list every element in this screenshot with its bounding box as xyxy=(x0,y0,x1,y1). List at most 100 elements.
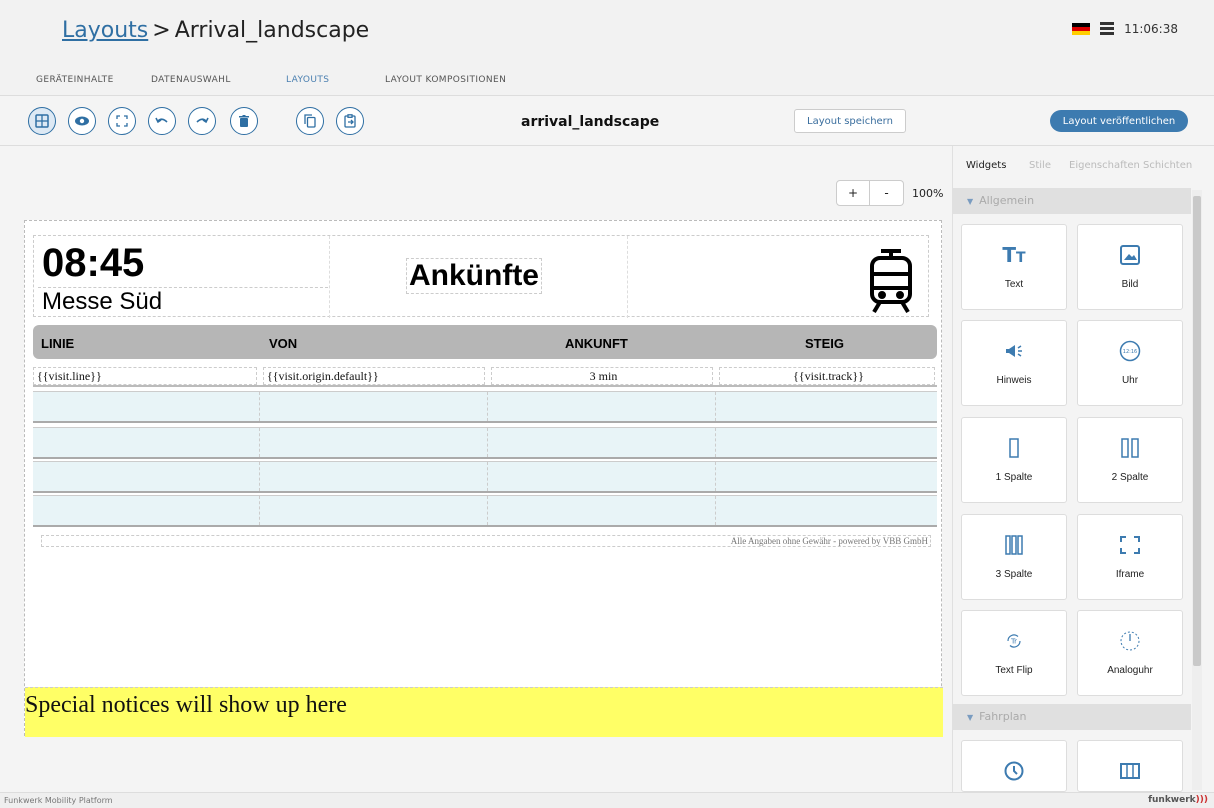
table-row[interactable] xyxy=(33,427,937,459)
widget-panel: Widgets Stile Eigenschaften Schichten ▼ A… xyxy=(952,146,1214,792)
svg-text:12:16: 12:16 xyxy=(1123,349,1137,355)
analog-clock-icon xyxy=(1078,629,1182,653)
widget-label: 3 Spalte xyxy=(995,569,1033,580)
editor-canvas[interactable]: + - 100% 08:45 Messe Süd Ankünfte LINIE … xyxy=(0,146,952,792)
megaphone-icon xyxy=(962,339,1066,363)
widget-hinweis[interactable]: Hinweis xyxy=(961,320,1067,406)
tram-icon[interactable] xyxy=(866,248,916,314)
save-layout-button[interactable]: Layout speichern xyxy=(794,109,906,133)
widget-label: Text Flip xyxy=(995,665,1033,676)
header-row[interactable]: 08:45 Messe Süd Ankünfte xyxy=(33,235,929,318)
text-flip-icon: Tr xyxy=(962,629,1066,653)
trash-icon xyxy=(239,115,249,127)
paste-icon xyxy=(344,114,356,128)
server-icon[interactable] xyxy=(1100,22,1115,36)
section-allgemein[interactable]: ▼ Allgemein xyxy=(953,188,1191,214)
disclaimer-text[interactable]: Alle Angaben ohne Gewähr - powered by VB… xyxy=(41,535,931,547)
display-time[interactable]: 08:45 xyxy=(42,241,144,286)
widget-bild[interactable]: Bild xyxy=(1077,224,1183,310)
caret-down-icon: ▼ xyxy=(967,713,974,722)
table-header[interactable]: LINIE VON ANKUNFT STEIG xyxy=(33,325,937,359)
cell-arrival[interactable]: 3 min xyxy=(491,367,713,385)
scrollbar-thumb[interactable] xyxy=(1193,196,1201,666)
zoom-out-button[interactable]: - xyxy=(870,180,904,206)
status-bar: Funkwerk Mobility Platform funkwerk))) xyxy=(0,792,1214,808)
widget-uhr[interactable]: 12:16 Uhr xyxy=(1077,320,1183,406)
redo-icon xyxy=(196,117,209,124)
widget-text[interactable]: TT Text xyxy=(961,224,1067,310)
layout-name: arrival_landscape xyxy=(521,114,660,130)
widget-1-spalte[interactable]: 1 Spalte xyxy=(961,417,1067,503)
clock-icon: 12:16 xyxy=(1078,339,1182,363)
undo-button[interactable] xyxy=(148,107,176,135)
widget-text-flip[interactable]: Tr Text Flip xyxy=(961,610,1067,696)
fullscreen-icon xyxy=(116,115,128,127)
breadcrumb: Layouts > Arrival_landscape xyxy=(62,18,369,43)
two-column-icon xyxy=(1078,436,1182,460)
tab-layout-kompositionen[interactable]: LAYOUT KOMPOSITIONEN xyxy=(385,75,506,85)
delete-button[interactable] xyxy=(230,107,258,135)
grid-icon xyxy=(35,114,49,128)
zoom-in-button[interactable]: + xyxy=(836,180,870,206)
widget-2-spalte[interactable]: 2 Spalte xyxy=(1077,417,1183,503)
clock-time: 11:06:38 xyxy=(1124,22,1178,36)
eye-icon xyxy=(75,116,89,126)
widget-fahrplan-clock[interactable] xyxy=(961,740,1067,792)
time-stop-cell[interactable]: 08:45 Messe Süd xyxy=(34,236,330,318)
publish-layout-button[interactable]: Layout veröffentlichen xyxy=(1050,110,1188,132)
redo-button[interactable] xyxy=(188,107,216,135)
widget-label: Iframe xyxy=(1115,569,1145,580)
preview-button[interactable] xyxy=(68,107,96,135)
breadcrumb-link-layouts[interactable]: Layouts xyxy=(62,18,148,43)
widget-label: Bild xyxy=(1121,279,1139,290)
widget-fahrplan-table[interactable] xyxy=(1077,740,1183,792)
editor-toolbar: arrival_landscape Layout speichern Layou… xyxy=(0,96,1214,146)
panel-tab-schichten[interactable]: Schichten xyxy=(1143,160,1192,171)
cell-origin[interactable]: {{visit.origin.default}} xyxy=(263,367,485,385)
app-header: Layouts > Arrival_landscape 11:06:38 xyxy=(0,0,1214,66)
panel-tab-widgets[interactable]: Widgets xyxy=(966,160,1006,171)
paste-button[interactable] xyxy=(336,107,364,135)
caret-down-icon: ▼ xyxy=(967,197,974,206)
widget-analoguhr[interactable]: Analoguhr xyxy=(1077,610,1183,696)
widget-3-spalte[interactable]: 3 Spalte xyxy=(961,514,1067,600)
copy-icon xyxy=(304,114,316,128)
panel-scrollbar[interactable] xyxy=(1192,190,1202,790)
layout-title[interactable]: Ankünfte xyxy=(406,258,542,294)
widget-iframe[interactable]: Iframe xyxy=(1077,514,1183,600)
table-row[interactable] xyxy=(33,495,937,527)
table-row[interactable] xyxy=(33,461,937,493)
table-columns-icon xyxy=(1078,759,1182,783)
german-flag-icon[interactable] xyxy=(1072,23,1091,35)
layout-page[interactable]: 08:45 Messe Süd Ankünfte LINIE VON ANKUN… xyxy=(24,220,943,737)
table-row-template[interactable]: {{visit.line}} {{visit.origin.default}} … xyxy=(33,365,937,387)
text-icon: TT xyxy=(1002,243,1026,267)
tab-geraeteinhalte[interactable]: GERÄTEINHALTE xyxy=(36,75,114,85)
tab-layouts[interactable]: LAYOUTS xyxy=(286,75,329,85)
cell-line[interactable]: {{visit.line}} xyxy=(33,367,257,385)
brand-mark: ))) xyxy=(1195,795,1208,805)
main-tabs: GERÄTEINHALTE DATENAUSWAHL LAYOUTS LAYOU… xyxy=(0,66,1214,96)
undo-icon xyxy=(155,117,168,124)
special-notice[interactable]: Special notices will show up here xyxy=(25,687,943,737)
column-header-von: VON xyxy=(269,336,298,351)
section-label: Allgemein xyxy=(979,194,1035,207)
tab-datenauswahl[interactable]: DATENAUSWAHL xyxy=(151,75,231,85)
widget-label: Uhr xyxy=(1121,375,1139,386)
widget-label: 1 Spalte xyxy=(995,472,1033,483)
panel-tab-stile[interactable]: Stile xyxy=(1029,160,1051,171)
panel-tabs: Widgets Stile Eigenschaften Schichten xyxy=(953,146,1214,184)
panel-tab-eigenschaften[interactable]: Eigenschaften xyxy=(1069,160,1140,171)
table-row[interactable] xyxy=(33,391,937,423)
zoom-controls: + - 100% xyxy=(836,180,943,206)
column-header-steig: STEIG xyxy=(805,336,845,351)
copy-button[interactable] xyxy=(296,107,324,135)
column-header-ankunft: ANKUNFT xyxy=(565,336,628,351)
cell-track[interactable]: {{visit.track}} xyxy=(719,367,935,385)
grid-button[interactable] xyxy=(28,107,56,135)
stop-name[interactable]: Messe Süd xyxy=(38,287,328,316)
clock-icon xyxy=(962,759,1066,783)
brand-logo: funkwerk))) xyxy=(1148,795,1208,805)
fullscreen-button[interactable] xyxy=(108,107,136,135)
section-fahrplan[interactable]: ▼ Fahrplan xyxy=(953,704,1191,730)
